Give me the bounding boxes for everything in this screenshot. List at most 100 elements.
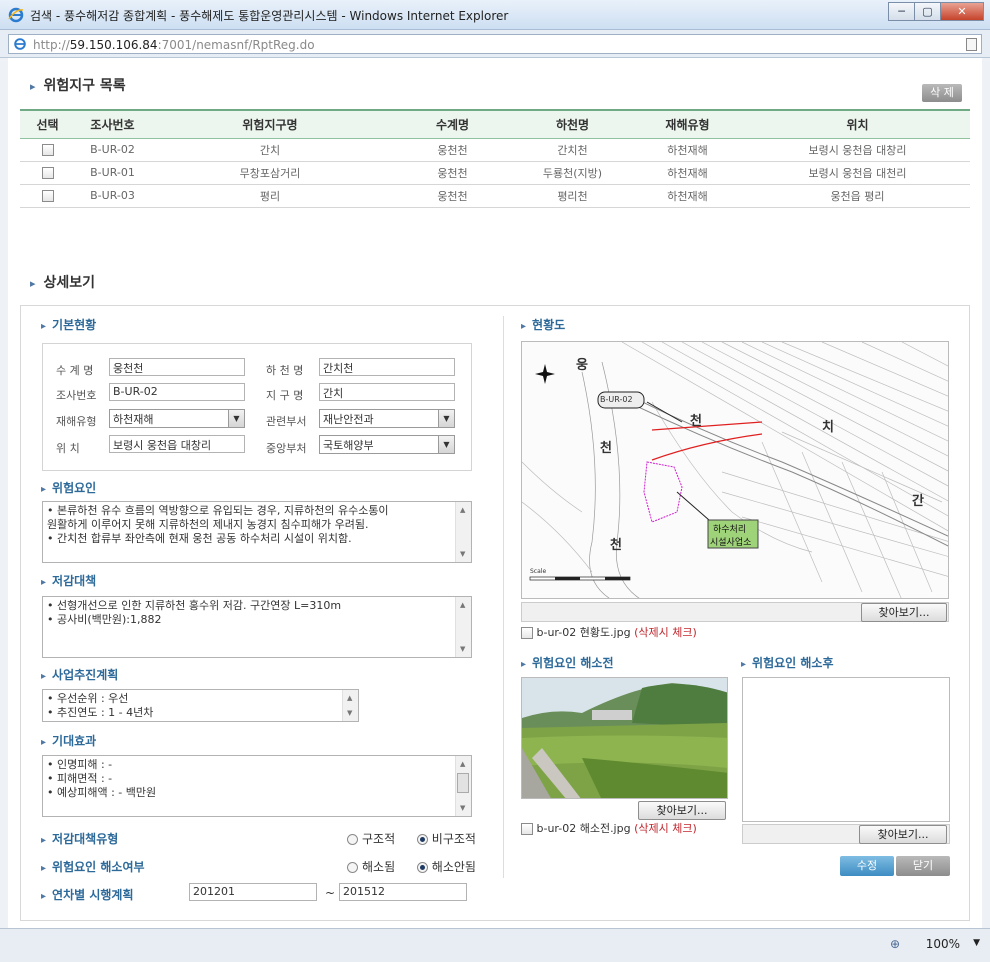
district-field[interactable]: 간치 xyxy=(319,383,455,401)
plan-textarea[interactable]: • 우선순위 : 우선 • 추진연도 : 1 - 4년차 xyxy=(42,689,359,722)
col-district-name: 위험지구명 xyxy=(242,117,298,132)
map-label-gan: 간 xyxy=(912,494,924,509)
measure-type-radio-group: 구조적 비구조적 xyxy=(347,830,476,847)
scrollbar[interactable] xyxy=(455,756,471,816)
radio-resolved[interactable] xyxy=(347,862,358,873)
status-bar: ⊕ 100% ▼ xyxy=(0,928,990,962)
status-map-image: 웅 B-UR-02 천 치 천 간 천 하수처리 시설사업소 Scale xyxy=(521,341,949,599)
chevron-down-icon[interactable]: ▼ xyxy=(228,410,244,427)
location-field[interactable]: 보령시 웅천읍 대창리 xyxy=(109,435,245,453)
close-window-button[interactable]: ✕ xyxy=(940,2,984,21)
table-row[interactable]: B-UR-03 평리 웅천천 평리천 하천재해 웅천읍 평리 xyxy=(20,184,970,208)
measure-textarea[interactable]: • 선형개선으로 인한 지류하천 홍수위 저감. 구간연장 L=310m • 공… xyxy=(42,596,472,658)
yearly-to-field[interactable]: 201512 xyxy=(339,883,467,901)
map-drawing xyxy=(522,342,948,598)
cell-survey-no[interactable]: B-UR-02 xyxy=(75,138,150,162)
map-label-cheon1: 천 xyxy=(690,414,702,429)
before-browse-button[interactable]: 찾아보기... xyxy=(638,801,726,820)
plan-title: 사업추진계획 xyxy=(41,666,118,683)
map-label-chi: 치 xyxy=(822,420,834,435)
scrollbar-thumb[interactable] xyxy=(457,773,469,793)
ministry-value: 국토해양부 xyxy=(323,439,374,452)
basic-status-title: 기본현황 xyxy=(41,316,96,333)
dept-label: 관련부서 xyxy=(266,415,307,428)
col-select: 선택 xyxy=(36,117,59,132)
water-label: 수 계 명 xyxy=(56,364,94,377)
disaster-type-label: 재해유형 xyxy=(56,415,97,428)
cell-survey-no[interactable]: B-UR-03 xyxy=(75,184,150,208)
delete-button[interactable]: 삭 제 xyxy=(922,84,962,102)
table-row[interactable]: B-UR-02 간치 웅천천 간치천 하천재해 보령시 웅천읍 대창리 xyxy=(20,138,970,162)
measure-type-title: 저감대책유형 xyxy=(41,830,118,847)
ministry-select[interactable]: 국토해양부 ▼ xyxy=(319,435,455,454)
window-titlebar: 검색 - 풍수해저감 종합계획 - 풍수해제도 통합운영관리시스템 - Wind… xyxy=(0,0,990,30)
zoom-icon[interactable]: ⊕ xyxy=(890,937,900,951)
cell-district-name[interactable]: 간치 xyxy=(150,138,390,162)
before-photo xyxy=(521,677,728,799)
risk-factor-textarea[interactable]: • 본류하천 유수 흐름의 역방향으로 유입되는 경우, 지류하천의 유수소통이… xyxy=(42,501,472,563)
after-browse-button[interactable]: 찾아보기... xyxy=(859,825,947,844)
disaster-type-select[interactable]: 하천재해 ▼ xyxy=(109,409,245,428)
table-row[interactable]: B-UR-01 무창포삼거리 웅천천 두룡천(지방) 하천재해 보령시 웅천읍 … xyxy=(20,161,970,185)
col-disaster-type: 재해유형 xyxy=(665,117,710,132)
col-water-system: 수계명 xyxy=(435,117,470,132)
minimize-button[interactable]: ─ xyxy=(888,2,915,21)
before-delete-note: (삭제시 체크) xyxy=(634,822,697,835)
row-checkbox[interactable] xyxy=(41,144,54,156)
cell-river-name: 두룡천(지방) xyxy=(515,161,630,185)
row-checkbox[interactable] xyxy=(41,167,54,179)
cell-survey-no[interactable]: B-UR-01 xyxy=(75,161,150,185)
resolved-title: 위험요인 해소여부 xyxy=(41,858,145,875)
edit-button[interactable]: 수정 xyxy=(840,856,894,876)
before-delete-checkbox[interactable] xyxy=(521,823,533,835)
map-title: 현황도 xyxy=(521,316,565,333)
scrollbar[interactable] xyxy=(455,597,471,657)
plan-line-1: • 우선순위 : 우선 xyxy=(47,692,129,705)
measure-line-2: • 공사비(백만원):1,882 xyxy=(47,613,162,626)
row-checkbox[interactable] xyxy=(41,190,54,202)
yearly-plan-title: 연차별 시행계획 xyxy=(41,886,133,903)
risk-factor-title: 위험요인 xyxy=(41,479,96,496)
cell-disaster-type: 하천재해 xyxy=(630,138,745,162)
cell-district-name[interactable]: 평리 xyxy=(150,184,390,208)
close-button[interactable]: 닫기 xyxy=(896,856,950,876)
risk-line-2: 원활하게 이루어지 못해 지류하천의 제내지 농경지 침수피해가 우려됨. xyxy=(47,518,369,531)
radio-structural-label: 구조적 xyxy=(362,832,396,846)
map-label-cheon2: 천 xyxy=(600,441,612,456)
radio-nonstructural-label: 비구조적 xyxy=(431,832,476,846)
map-browse-button[interactable]: 찾아보기... xyxy=(861,603,947,622)
water-field[interactable]: 웅천천 xyxy=(109,358,245,376)
map-facility-line1: 하수처리 xyxy=(713,525,747,535)
dept-value: 재난안전과 xyxy=(323,413,374,426)
cell-location: 보령시 웅천읍 대창리 xyxy=(745,138,970,162)
detail-panel: 기본현황 수 계 명 웅천천 하 천 명 간치천 조사번호 B-UR-02 지 … xyxy=(20,305,970,921)
radio-structural[interactable] xyxy=(347,834,358,845)
risk-list-title: 위험지구 목록 xyxy=(30,75,126,95)
measure-line-1: • 선형개선으로 인한 지류하천 홍수위 저감. 구간연장 L=310m xyxy=(47,599,342,612)
url-field[interactable]: http://59.150.106.84:7001/nemasnf/RptReg… xyxy=(8,34,982,54)
compat-view-icon[interactable] xyxy=(966,38,977,51)
yearly-from-field[interactable]: 201201 xyxy=(189,883,317,901)
survey-no-field[interactable]: B-UR-02 xyxy=(109,383,245,401)
before-delete-check: b-ur-02 해소전.jpg (삭제시 체크) xyxy=(521,820,697,836)
radio-unresolved[interactable] xyxy=(416,862,428,873)
cell-district-name[interactable]: 무창포삼거리 xyxy=(150,161,390,185)
zoom-level[interactable]: 100% xyxy=(926,937,960,951)
effect-textarea[interactable]: • 인명피해 : - • 피해면적 : - • 예상피해액 : - 백만원 xyxy=(42,755,472,817)
radio-nonstructural[interactable] xyxy=(416,834,428,845)
cell-water-system: 웅천천 xyxy=(390,184,515,208)
chevron-down-icon[interactable]: ▼ xyxy=(438,436,454,453)
cell-location: 보령시 웅천읍 대천리 xyxy=(745,161,970,185)
chevron-down-icon[interactable]: ▼ xyxy=(438,410,454,427)
scrollbar[interactable] xyxy=(342,690,358,721)
map-delete-checkbox[interactable] xyxy=(521,627,533,639)
scrollbar[interactable] xyxy=(455,502,471,562)
map-scale-label: Scale xyxy=(530,568,547,575)
dept-select[interactable]: 재난안전과 ▼ xyxy=(319,409,455,428)
cell-water-system: 웅천천 xyxy=(390,161,515,185)
maximize-button[interactable]: ▢ xyxy=(914,2,941,21)
plan-line-2: • 추진연도 : 1 - 4년차 xyxy=(47,706,154,719)
zoom-dropdown-icon[interactable]: ▼ xyxy=(973,938,980,948)
col-river-name: 하천명 xyxy=(555,117,590,132)
river-field[interactable]: 간치천 xyxy=(319,358,455,376)
